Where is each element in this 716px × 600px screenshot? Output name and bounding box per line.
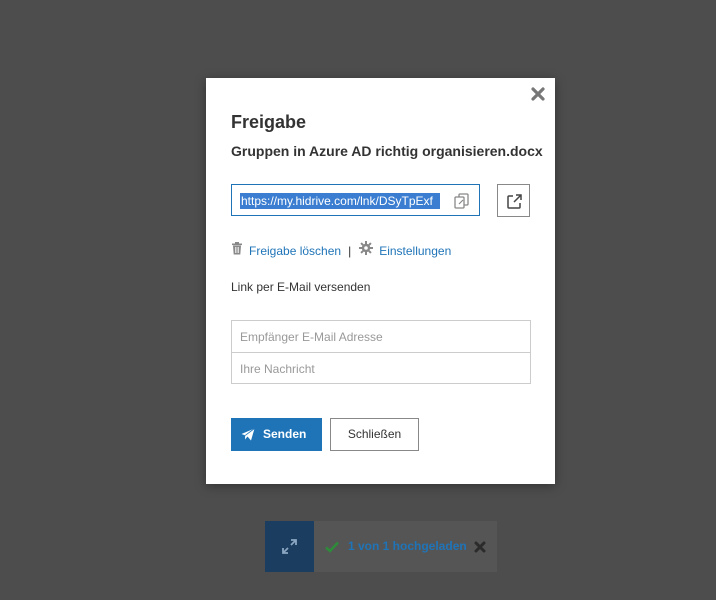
copy-icon[interactable] — [453, 192, 471, 210]
dialog-title: Freigabe — [231, 112, 307, 132]
share-link-text[interactable]: https://my.hidrive.com/lnk/DSyTpExf — [240, 193, 440, 209]
gear-icon[interactable] — [359, 241, 374, 260]
external-link-icon — [507, 194, 522, 209]
upload-expand-button[interactable] — [265, 521, 314, 572]
share-dialog: Freigabe Gruppen in Azure AD richtig org… — [206, 78, 555, 484]
settings-link[interactable]: Einstellungen — [379, 242, 451, 260]
upload-status-text: 1 von 1 hochgeladen — [348, 539, 467, 553]
upload-dismiss-icon[interactable] — [473, 540, 487, 554]
delete-share-link[interactable]: Freigabe löschen — [249, 242, 341, 260]
paper-plane-icon — [241, 428, 255, 441]
dialog-close-icon[interactable] — [529, 85, 547, 103]
check-icon — [325, 540, 339, 558]
message-input[interactable] — [232, 353, 530, 384]
mail-form — [231, 320, 531, 384]
recipient-email-input[interactable] — [232, 321, 530, 352]
expand-icon — [282, 539, 297, 554]
mail-section-label: Link per E-Mail versenden — [231, 280, 371, 294]
trash-icon[interactable] — [231, 241, 243, 260]
send-button[interactable]: Senden — [231, 418, 322, 451]
shared-filename: Gruppen in Azure AD richtig organisieren… — [231, 143, 543, 159]
share-actions: Freigabe löschen | Einstellungen — [231, 241, 451, 259]
close-button[interactable]: Schließen — [330, 418, 419, 451]
open-link-button[interactable] — [497, 184, 530, 217]
action-separator: | — [348, 243, 352, 258]
share-link-field[interactable]: https://my.hidrive.com/lnk/DSyTpExf — [231, 184, 480, 216]
send-button-label: Senden — [263, 427, 307, 441]
upload-status-panel: 1 von 1 hochgeladen — [265, 521, 497, 572]
